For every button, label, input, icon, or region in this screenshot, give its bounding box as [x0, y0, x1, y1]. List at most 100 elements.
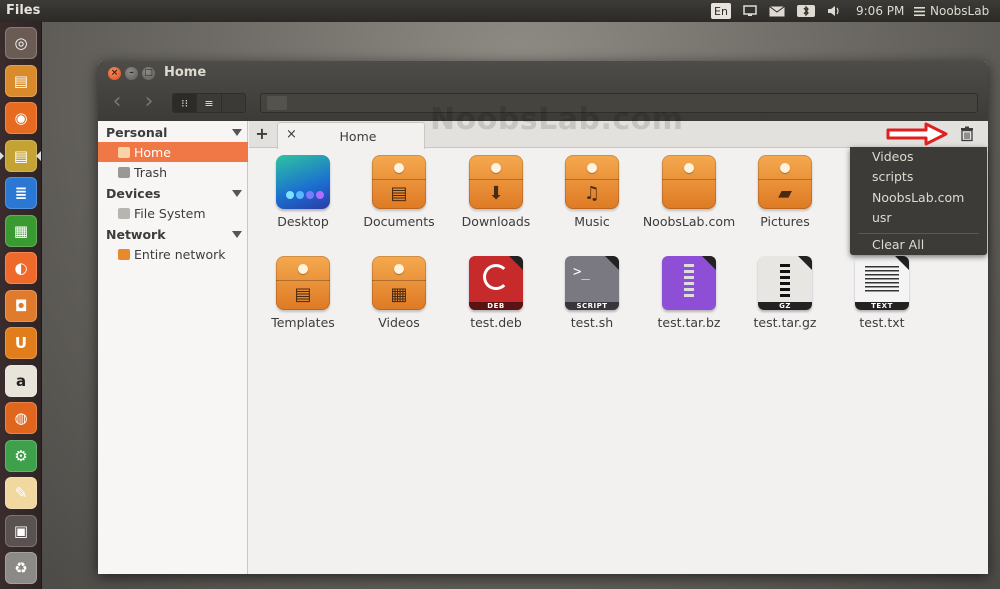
file-label: Templates — [271, 315, 335, 330]
watermark: NoobsLab.com — [430, 102, 684, 137]
desktop-folder-icon — [276, 155, 330, 209]
file-label: Documents — [363, 214, 435, 229]
running-app-pip-icon — [0, 151, 4, 160]
launcher-amazon-icon[interactable]: a — [5, 364, 37, 397]
clock[interactable]: 9:06 PM — [856, 4, 904, 18]
document-icon: DEB — [469, 256, 523, 310]
file-item[interactable]: NoobsLab.com — [641, 155, 737, 229]
collapse-triangle-icon — [232, 231, 242, 238]
file-item[interactable]: ▤ Documents — [351, 155, 447, 229]
tab-home[interactable]: × Home — [277, 122, 425, 149]
folder-icon: ▤ — [372, 155, 426, 209]
launcher-ubuntu-one-icon[interactable]: ◐ — [5, 252, 37, 284]
launcher-software-center-icon[interactable]: ◘ — [5, 289, 37, 322]
sidebar-heading-devices[interactable]: Devices — [106, 186, 242, 201]
file-item[interactable]: ▦ Videos — [351, 256, 447, 330]
launcher-trash-icon[interactable]: ♻ — [5, 552, 37, 584]
launcher-ubuntu-one-music-icon[interactable]: U — [5, 327, 37, 359]
bluetooth-icon[interactable] — [796, 3, 816, 19]
launcher-dash-home-icon[interactable]: ◎ — [5, 27, 37, 59]
volume-icon[interactable] — [826, 3, 842, 19]
sidebar-heading-network[interactable]: Network — [106, 227, 242, 242]
launcher-files-active-icon[interactable]: ▤ — [5, 139, 37, 172]
document-symbol-icon — [662, 264, 716, 298]
folder-glyph-icon: ▦ — [390, 284, 408, 305]
file-label: test.sh — [570, 315, 614, 330]
grid-view-button[interactable]: ⁝⁝ — [173, 94, 198, 112]
sidebar-item-entire-network[interactable]: Entire network — [98, 244, 248, 264]
menu-item-videos[interactable]: Videos — [872, 149, 914, 164]
file-type-badge: DEB — [469, 302, 523, 310]
launcher-calc-icon[interactable]: ▦ — [5, 214, 37, 247]
desktop-dots-icon — [286, 191, 324, 199]
document-icon: TEXT — [855, 256, 909, 310]
launcher-writer-icon[interactable]: ≣ — [5, 177, 37, 209]
sidebar-item-file-system[interactable]: File System — [98, 203, 248, 223]
file-item[interactable]: Desktop — [255, 155, 351, 229]
folder-icon: ♫ — [565, 155, 619, 209]
messaging-icon[interactable] — [768, 3, 786, 19]
document-symbol-icon — [758, 264, 812, 298]
menu-item-usr[interactable]: usr — [872, 210, 892, 225]
sidebar: Personal Home Trash Devices File System … — [98, 121, 248, 574]
document-symbol-icon: >_ — [573, 264, 590, 280]
launcher-files-icon[interactable]: ▤ — [5, 64, 37, 97]
folder-glyph-icon: ▤ — [294, 284, 312, 305]
folder-icon: ▦ — [372, 256, 426, 310]
window-title: Home — [164, 65, 207, 80]
keyboard-layout-indicator[interactable]: En — [711, 3, 731, 19]
file-item[interactable]: ⬇ Downloads — [448, 155, 544, 229]
clear-all-button[interactable]: Clear All — [872, 237, 924, 252]
list-view-button[interactable]: ≡ — [197, 94, 222, 112]
trash-icon — [118, 166, 130, 178]
folder-icon — [662, 155, 716, 209]
menu-item-scripts[interactable]: scripts — [872, 169, 913, 184]
launcher-firefox-icon[interactable]: ◉ — [5, 102, 37, 134]
menu-item-noobslab[interactable]: NoobsLab.com — [872, 190, 964, 205]
file-label: Desktop — [277, 214, 329, 229]
folder-glyph-icon: ▤ — [390, 183, 408, 204]
sidebar-item-trash[interactable]: Trash — [98, 162, 248, 182]
file-item[interactable]: TEXT test.txt — [834, 256, 930, 330]
file-item[interactable]: ▤ Templates — [255, 256, 351, 330]
document-symbol-icon — [855, 264, 909, 294]
window-maximize-button[interactable]: □ — [142, 67, 155, 80]
user-menu[interactable]: NoobsLab — [914, 4, 989, 18]
launcher-music-store-icon[interactable]: ◍ — [5, 402, 37, 434]
launcher-system-settings-icon[interactable]: ⚙ — [5, 439, 37, 472]
network-folder-icon — [118, 248, 130, 260]
sidebar-item-label: File System — [134, 205, 206, 221]
file-item[interactable]: >_ SCRIPT test.sh — [544, 256, 640, 330]
window-minimize-button[interactable]: – — [125, 67, 138, 80]
back-button[interactable]: ‹ — [106, 91, 128, 114]
file-item[interactable]: GZ test.tar.gz — [737, 256, 833, 330]
compact-view-button[interactable] — [222, 94, 245, 112]
document-symbol-icon — [469, 264, 523, 290]
sidebar-item-label: Home — [134, 144, 171, 160]
launcher-text-editor-icon[interactable]: ✎ — [5, 477, 37, 509]
file-item[interactable]: ♫ Music — [544, 155, 640, 229]
collapse-triangle-icon — [232, 190, 242, 197]
clear-recent-trash-icon[interactable] — [959, 126, 975, 142]
forward-button[interactable]: › — [138, 91, 160, 114]
file-item[interactable]: DEB test.deb — [448, 256, 544, 330]
file-label: Pictures — [760, 214, 810, 229]
sidebar-item-home[interactable]: Home — [98, 142, 248, 162]
document-icon: GZ — [758, 256, 812, 310]
file-item[interactable]: ▰ Pictures — [737, 155, 833, 229]
launcher-workspace-switcher-icon[interactable]: ▣ — [5, 514, 37, 547]
red-arrow-icon — [886, 122, 948, 146]
sidebar-item-label: Entire network — [134, 246, 226, 262]
window-close-button[interactable]: × — [108, 67, 121, 80]
sidebar-heading-personal[interactable]: Personal — [106, 125, 242, 140]
new-tab-button[interactable]: + — [251, 123, 273, 145]
app-name: Files — [6, 3, 41, 18]
sidebar-heading-label: Network — [106, 227, 166, 242]
home-icon[interactable] — [267, 96, 287, 110]
folder-glyph-icon: ♫ — [583, 183, 601, 204]
file-label: Videos — [378, 315, 420, 330]
network-icon[interactable] — [742, 3, 758, 19]
file-item[interactable]: test.tar.bz — [641, 256, 737, 330]
tab-label: Home — [339, 129, 377, 144]
file-type-badge: SCRIPT — [565, 302, 619, 310]
